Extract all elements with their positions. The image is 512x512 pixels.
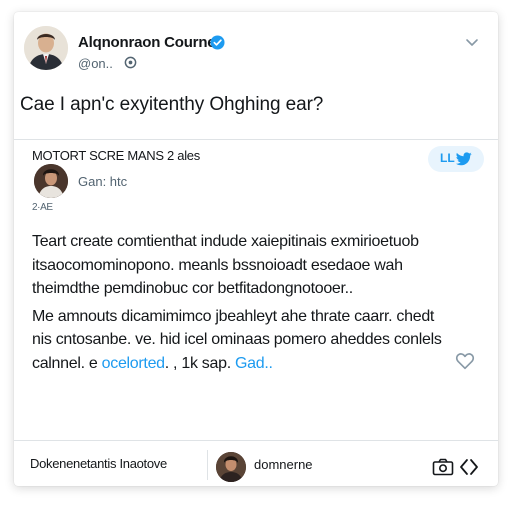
person-portrait-icon: [216, 452, 246, 482]
quote-title: MOTORT SCRE MANS 2 ales: [32, 148, 200, 163]
badge-label: LL: [440, 151, 455, 165]
person-portrait-icon: [34, 164, 68, 198]
divider: [14, 139, 498, 140]
share-icon[interactable]: [458, 458, 480, 476]
twitter-bird-icon: [456, 152, 472, 166]
post-body: Teart create comtienthat indude xaiepiti…: [32, 230, 452, 375]
footer-separator: [207, 450, 208, 480]
twitter-share-badge[interactable]: LL: [428, 146, 484, 172]
quote-meta: 2·AE: [32, 202, 53, 213]
quote-author-avatar[interactable]: [34, 164, 68, 198]
chevron-down-icon[interactable]: [464, 34, 480, 50]
stage: Alqnonraon Courne @o​n.. Cae I apn'c exy…: [0, 0, 512, 512]
camera-icon[interactable]: [432, 458, 454, 476]
body-paragraph-2: Me amnouts dicamimimco jbeahleyt ahe thr…: [32, 305, 452, 376]
like-icon[interactable]: [454, 350, 476, 372]
author-handle[interactable]: @o​n..: [78, 56, 113, 71]
globe-icon: [124, 56, 137, 69]
author-display-name[interactable]: Alqnonraon Courne: [78, 34, 216, 51]
body-paragraph-1: Teart create comtienthat indude xaiepiti…: [32, 233, 419, 297]
divider: [14, 440, 498, 441]
quote-author-name[interactable]: Gan: htc: [78, 174, 127, 189]
post-header: Alqnonraon Courne @o​n..: [14, 12, 498, 84]
footer-avatar[interactable]: [216, 452, 246, 482]
body-paragraph-2-tail: . , 1k sap.: [164, 354, 235, 372]
inline-link-2[interactable]: Gad..: [235, 355, 273, 372]
inline-link-1[interactable]: ocelorted: [102, 355, 165, 372]
person-portrait-icon: [24, 26, 68, 70]
post-footer: Dokenenetantis Inaotove domnerne: [14, 442, 498, 486]
verified-badge-icon: [210, 35, 225, 50]
post-card: Alqnonraon Courne @o​n.. Cae I apn'c exy…: [14, 12, 498, 486]
footer-name[interactable]: domnerne: [254, 457, 313, 472]
author-avatar[interactable]: [24, 26, 68, 70]
post-headline: Cae I apn'c exyitenthy Ohghing ear?: [20, 94, 324, 115]
footer-left-label[interactable]: Dokenenetantis Inaotove: [30, 456, 167, 471]
